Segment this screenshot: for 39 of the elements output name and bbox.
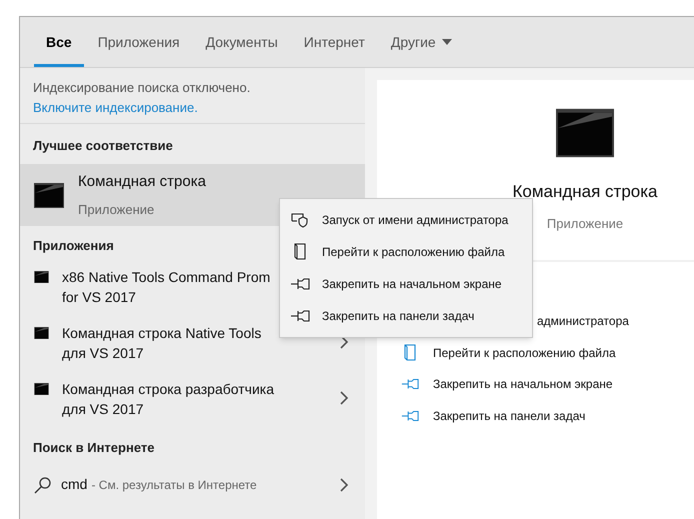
tab[interactable]: Документы bbox=[194, 17, 290, 67]
terminal-icon bbox=[34, 271, 49, 283]
app-name: Командная строка Native Tools для VS 2017 bbox=[62, 324, 262, 363]
pin-icon bbox=[290, 278, 310, 290]
pin-icon bbox=[401, 378, 419, 390]
section-heading: Приложения bbox=[33, 238, 114, 253]
status-text: Индексирование поиска отключено. bbox=[33, 79, 252, 97]
app-name: x86 Native Tools Command Prom for VS 2017 bbox=[62, 268, 270, 307]
tab[interactable]: Приложения bbox=[86, 17, 192, 67]
terminal-icon bbox=[34, 327, 49, 339]
document-icon bbox=[403, 344, 417, 362]
app-name: Командная строка разработчика для VS 2017 bbox=[62, 380, 274, 419]
action-link[interactable]: Закрепить на панели задач bbox=[401, 400, 694, 432]
terminal-icon bbox=[34, 182, 64, 208]
result-type: Приложение bbox=[78, 200, 156, 219]
terminal-icon bbox=[556, 108, 614, 158]
menu-item[interactable]: Закрепить на начальном экране bbox=[280, 268, 532, 300]
action-link[interactable]: Перейти к расположению файла bbox=[401, 337, 694, 368]
tab[interactable]: Интернет bbox=[292, 17, 377, 67]
shield-icon bbox=[291, 212, 309, 228]
web-result[interactable]: cmd - См. результаты в Интернете bbox=[20, 470, 365, 500]
app-item[interactable]: Командная строка разработчика для VS 2017 bbox=[20, 378, 365, 434]
result-title: Командная строка bbox=[78, 172, 206, 192]
section-heading: Лучшее соответствие bbox=[33, 138, 173, 153]
action-link[interactable]: Закрепить на начальном экране bbox=[401, 368, 694, 400]
app-title: Командная строка bbox=[512, 182, 658, 202]
tab[interactable]: Все bbox=[34, 17, 84, 67]
pin-icon bbox=[401, 410, 419, 422]
menu-item[interactable]: Перейти к расположению файла bbox=[280, 236, 532, 268]
app-type: Приложение bbox=[546, 215, 624, 233]
section-heading: Поиск в Интернете bbox=[33, 440, 154, 455]
search-hint: - См. результаты в Интернете bbox=[91, 478, 257, 492]
tab[interactable]: Другие bbox=[378, 17, 464, 67]
terminal-icon bbox=[34, 383, 49, 395]
pin-icon bbox=[290, 310, 310, 322]
search-icon bbox=[34, 476, 52, 494]
search-query: cmd bbox=[61, 476, 88, 492]
menu-item[interactable]: Закрепить на панели задач bbox=[280, 300, 532, 332]
document-icon bbox=[293, 243, 307, 261]
